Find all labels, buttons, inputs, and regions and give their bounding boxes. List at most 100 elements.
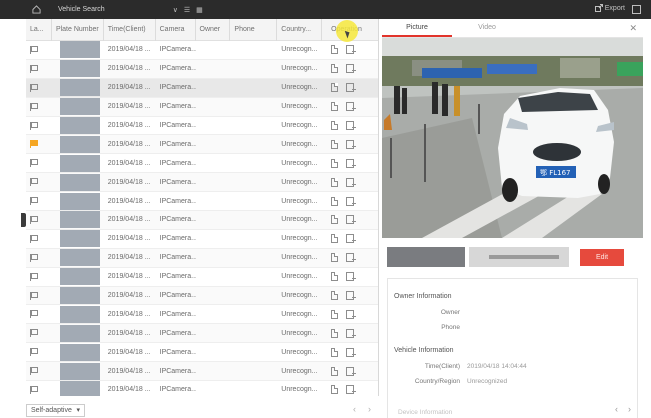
column-header-country[interactable]: Country...	[277, 19, 323, 41]
view-details-icon[interactable]	[331, 253, 339, 263]
table-row[interactable]: 2019/04/18 ... IPCamera... Unrecogn...	[26, 362, 378, 382]
flag-cell[interactable]	[26, 117, 52, 135]
home-icon[interactable]	[26, 0, 46, 19]
table-row[interactable]: 2019/04/18 ... IPCamera... Unrecogn...	[26, 192, 378, 212]
view-details-icon[interactable]	[331, 347, 339, 357]
view-details-icon[interactable]	[331, 328, 339, 338]
flag-icon[interactable]	[30, 121, 38, 130]
export-record-icon[interactable]	[346, 102, 357, 112]
export-record-icon[interactable]	[346, 291, 357, 301]
view-details-icon[interactable]	[331, 366, 339, 376]
export-record-icon[interactable]	[346, 45, 357, 55]
flag-cell[interactable]	[26, 98, 52, 116]
export-button[interactable]: Export	[594, 4, 625, 12]
close-icon[interactable]: ✕	[629, 23, 637, 34]
table-row[interactable]: 2019/04/18 ... IPCamera... Unrecogn...	[26, 230, 378, 249]
prev-page-icon[interactable]: ‹	[353, 404, 356, 414]
view-details-icon[interactable]	[331, 45, 339, 55]
flag-cell[interactable]	[26, 60, 52, 78]
view-details-icon[interactable]	[331, 215, 339, 225]
flag-icon[interactable]	[30, 291, 38, 300]
flag-icon[interactable]	[30, 140, 38, 149]
view-details-icon[interactable]	[331, 234, 339, 244]
list-view-icon[interactable]: ☰	[184, 6, 190, 14]
export-record-icon[interactable]	[346, 385, 357, 395]
view-details-icon[interactable]	[331, 158, 339, 168]
flag-icon[interactable]	[30, 178, 38, 187]
flag-icon[interactable]	[30, 310, 38, 319]
table-row[interactable]: 2019/04/18 ... IPCamera... Unrecogn...	[26, 78, 378, 98]
edit-button[interactable]: Edit	[580, 248, 624, 266]
table-row[interactable]: 2019/04/18 ... IPCamera... Unrecogn...	[26, 268, 378, 287]
export-record-icon[interactable]	[346, 272, 357, 282]
column-header-plate[interactable]: Plate Number	[52, 19, 104, 41]
prev-record-icon[interactable]: ‹	[615, 404, 618, 414]
export-record-icon[interactable]	[346, 196, 357, 206]
grid-view-icon[interactable]: ▦	[196, 6, 203, 14]
flag-icon[interactable]	[30, 272, 38, 281]
flag-cell[interactable]	[26, 362, 52, 380]
export-record-icon[interactable]	[346, 177, 357, 187]
flag-cell[interactable]	[26, 287, 52, 305]
table-row[interactable]: 2019/04/18 ... IPCamera... Unrecogn...	[26, 117, 378, 136]
view-details-icon[interactable]	[331, 196, 339, 206]
view-details-icon[interactable]	[331, 64, 339, 74]
export-record-icon[interactable]	[346, 83, 357, 93]
flag-cell[interactable]	[26, 305, 52, 323]
next-page-icon[interactable]: ›	[368, 404, 371, 414]
view-details-icon[interactable]	[331, 177, 339, 187]
export-record-icon[interactable]	[346, 64, 357, 74]
popout-icon[interactable]	[632, 5, 641, 14]
flag-cell[interactable]	[26, 268, 52, 286]
table-row[interactable]: 2019/04/18 ... IPCamera... Unrecogn...	[26, 59, 378, 79]
flag-cell[interactable]	[26, 154, 52, 172]
table-row[interactable]: 2019/04/18 ... IPCamera... Unrecogn...	[26, 154, 378, 174]
table-row[interactable]: 2019/04/18 ... IPCamera... Unrecogn...	[26, 286, 378, 306]
next-record-icon[interactable]: ›	[628, 404, 631, 414]
export-record-icon[interactable]	[346, 234, 357, 244]
view-details-icon[interactable]	[331, 385, 339, 395]
table-row[interactable]: 2019/04/18 ... IPCamera... Unrecogn...	[26, 305, 378, 325]
tab-picture[interactable]: Picture	[382, 19, 452, 37]
table-row[interactable]: 2019/04/18 ... IPCamera... Unrecogn...	[26, 97, 378, 117]
flag-cell[interactable]	[26, 79, 52, 97]
flag-icon[interactable]	[30, 64, 38, 73]
expand-icon[interactable]: ∨	[173, 6, 178, 14]
flag-cell[interactable]	[26, 381, 52, 396]
export-record-icon[interactable]	[346, 139, 357, 149]
flag-cell[interactable]	[26, 343, 52, 361]
view-details-icon[interactable]	[331, 139, 339, 149]
flag-icon[interactable]	[30, 253, 38, 262]
flag-cell[interactable]	[26, 324, 52, 342]
column-header-label[interactable]: La...	[26, 19, 52, 41]
export-record-icon[interactable]	[346, 328, 357, 338]
flag-icon[interactable]	[30, 159, 38, 168]
view-details-icon[interactable]	[331, 121, 339, 130]
flag-cell[interactable]	[26, 173, 52, 191]
flag-cell[interactable]	[26, 135, 52, 153]
flag-icon[interactable]	[30, 348, 38, 357]
view-details-icon[interactable]	[331, 83, 339, 93]
export-record-icon[interactable]	[346, 309, 357, 319]
flag-cell[interactable]	[26, 230, 52, 248]
export-record-icon[interactable]	[346, 121, 357, 130]
export-record-icon[interactable]	[346, 158, 357, 168]
export-record-icon[interactable]	[346, 215, 357, 225]
column-header-time[interactable]: Time(Client)	[104, 19, 156, 41]
export-record-icon[interactable]	[346, 366, 357, 376]
table-row[interactable]: 2019/04/18 ... IPCamera... Unrecogn...	[26, 343, 378, 363]
column-header-camera[interactable]: Camera	[156, 19, 196, 41]
column-header-owner[interactable]: Owner	[196, 19, 231, 41]
view-details-icon[interactable]	[331, 309, 339, 319]
display-mode-select[interactable]: Self-adaptive ▾	[26, 403, 85, 417]
flag-icon[interactable]	[30, 215, 38, 224]
view-details-icon[interactable]	[331, 291, 339, 301]
table-row[interactable]: 2019/04/18 ... IPCamera... Unrecogn...	[26, 135, 378, 155]
export-record-icon[interactable]	[346, 253, 357, 263]
export-record-icon[interactable]	[346, 347, 357, 357]
flag-icon[interactable]	[30, 83, 38, 92]
table-row[interactable]: 2019/04/18 ... IPCamera... Unrecogn...	[26, 381, 378, 396]
flag-icon[interactable]	[30, 45, 38, 54]
flag-icon[interactable]	[30, 385, 38, 394]
table-row[interactable]: 2019/04/18 ... IPCamera... Unrecogn...	[26, 41, 378, 60]
